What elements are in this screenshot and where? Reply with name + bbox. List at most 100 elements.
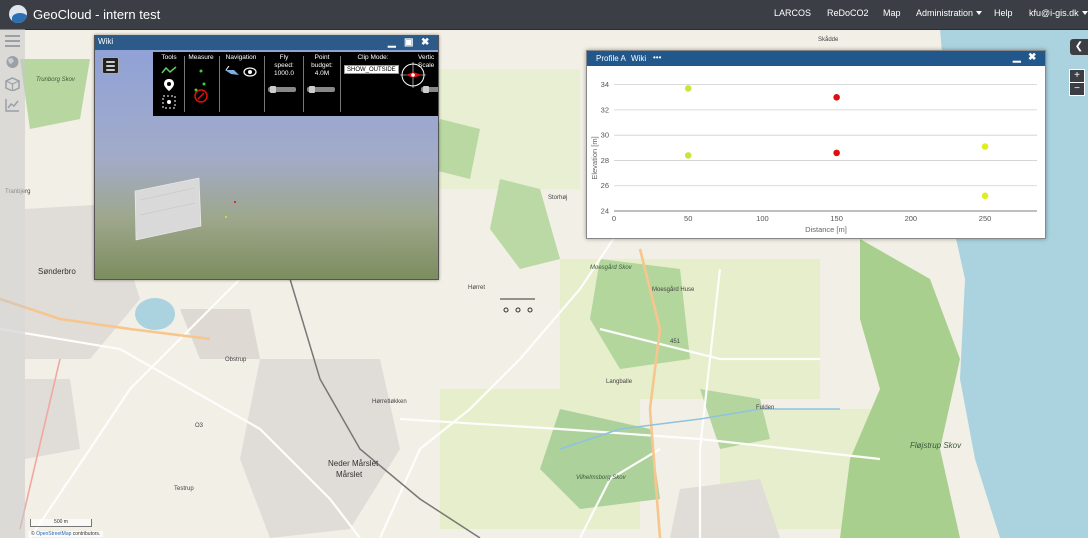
data-point[interactable] — [684, 85, 692, 92]
map-label-vilhelmsborg: Vilhelmsborg Skov — [576, 475, 626, 481]
map-label-moesgaard-skov: Moesgård Skov — [590, 265, 632, 271]
navigation-section: Navigation — [221, 54, 261, 81]
close-icon[interactable]: ✖ — [1028, 51, 1036, 65]
fly-speed-label: Fly speed: — [274, 54, 294, 69]
x-axis-label: Distance [m] — [805, 225, 847, 234]
geocloud-logo-icon — [9, 5, 27, 23]
wiki-window[interactable]: Wiki ▁ ▣ ✖ Tools Measure Navigation Fly … — [94, 35, 439, 280]
measure-label: Measure — [188, 54, 214, 61]
nav-larcos[interactable]: LARCOS — [774, 8, 811, 18]
point-budget-slider[interactable] — [307, 86, 335, 93]
nav-administration-label: Administration — [916, 8, 974, 18]
user-email: kfu@i-gis.dk — [1029, 8, 1079, 18]
clip-mode-label: Clip Mode: — [357, 54, 389, 61]
clip-mode-section: Clip Mode: — [348, 54, 398, 62]
y-axis-label: Elevation [m] — [590, 136, 599, 179]
measure-section: Measure — [186, 54, 216, 107]
nav-redoco2[interactable]: ReDoCO2 — [827, 8, 869, 18]
x-tick-label: 0 — [612, 214, 616, 223]
x-tick-label: 150 — [830, 214, 843, 223]
map-label-langballe: Langballe — [606, 379, 633, 385]
y-tick-label: 26 — [601, 181, 609, 190]
map-label-neder-marslet: Neder Mårslet — [328, 459, 379, 468]
map-label-obstrup: Obstrup — [225, 357, 247, 363]
nav-administration[interactable]: Administration — [916, 8, 983, 18]
cube-icon[interactable] — [5, 77, 20, 91]
attribution-suffix: contributors. — [72, 531, 101, 537]
map-label-trunborg: Trunborg Skov — [36, 77, 75, 83]
map-label-testrup: Testrup — [174, 486, 194, 492]
x-tick-label: 200 — [905, 214, 918, 223]
data-point[interactable] — [833, 93, 840, 101]
profile-tab-label[interactable]: Profile A — [596, 54, 626, 63]
potree-menu-button[interactable] — [102, 57, 119, 74]
zoom-out-button[interactable]: − — [1069, 82, 1085, 96]
map-label-moesgaard-huse: Moesgård Huse — [652, 287, 695, 293]
wiki-window-header[interactable]: Wiki ▁ ▣ ✖ — [95, 36, 438, 50]
fly-speed-section: Fly speed: 1000.0 — [265, 54, 303, 78]
map-marker-icon[interactable] — [163, 78, 175, 92]
fly-speed-slider[interactable] — [268, 86, 296, 93]
close-icon[interactable]: ✖ — [421, 36, 429, 50]
left-sidebar — [0, 29, 25, 538]
map-label-road-451: 451 — [670, 339, 681, 345]
map-label-flojstrup: Fløjstrup Skov — [910, 441, 962, 450]
map-label-road-o3: O3 — [195, 423, 204, 429]
vertical-label: Vertic — [418, 54, 435, 61]
top-navbar: GeoCloud - intern test LARCOS ReDoCO2 Ma… — [0, 0, 1088, 30]
profile-wiki-link[interactable]: Wiki — [631, 54, 646, 63]
collapse-panel-button[interactable]: ❮ — [1070, 39, 1088, 55]
chart-line-icon[interactable] — [5, 98, 20, 112]
nav-map[interactable]: Map — [883, 8, 901, 18]
nav-user-menu[interactable]: kfu@i-gis.dk — [1029, 8, 1088, 18]
minimize-icon[interactable]: ▁ — [388, 36, 396, 50]
fly-mode-icon[interactable] — [224, 65, 240, 78]
y-tick-label: 28 — [601, 156, 609, 165]
data-point[interactable] — [981, 192, 989, 200]
minimize-icon[interactable]: ▁ — [1013, 51, 1021, 65]
attribution-prefix: © — [31, 531, 35, 537]
point-budget-label: Point budget: — [311, 54, 333, 69]
point-cloud-icon[interactable] — [162, 95, 176, 109]
x-tick-label: 100 — [756, 214, 769, 223]
nav-help[interactable]: Help — [994, 8, 1013, 18]
chevron-down-icon — [976, 11, 983, 15]
map-label-sonderbro: Sønderbro — [38, 267, 76, 276]
y-tick-label: 32 — [601, 105, 609, 114]
data-point[interactable] — [833, 149, 840, 157]
clip-mode-select[interactable]: SHOW_OUTSIDE — [344, 65, 399, 74]
chart-points — [684, 85, 989, 200]
data-point[interactable] — [981, 143, 989, 150]
chart-grid — [614, 84, 1037, 212]
more-options-icon[interactable]: ••• — [653, 53, 661, 62]
vertical-scale-slider[interactable] — [421, 86, 438, 93]
profile-chart[interactable]: 24 26 28 30 32 34 0 50 100 150 200 250 Distance [m]… — [587, 66, 1043, 236]
map-label-marslet: Mårslet — [336, 470, 363, 479]
zoom-in-button[interactable]: + — [1069, 69, 1085, 83]
point-budget-value: 4.0M — [314, 70, 330, 77]
navigation-label: Navigation — [225, 54, 257, 61]
osm-link[interactable]: OpenStreetMap — [36, 531, 71, 537]
orbit-mode-icon[interactable] — [242, 66, 258, 78]
map-label-horret: Hørret — [468, 285, 485, 291]
x-tick-label: 50 — [684, 214, 692, 223]
profile-window-header[interactable]: Profile A Wiki ••• ▁ ✖ — [587, 51, 1045, 66]
map-label-storhoj: Storhøj — [548, 195, 568, 201]
map-attribution: © OpenStreetMap contributors. — [28, 531, 104, 537]
profile-tool-icon[interactable] — [161, 65, 177, 75]
vertical-section: Vertic Scale — [418, 54, 438, 70]
brand[interactable]: GeoCloud - intern test — [9, 5, 160, 23]
layers-icon[interactable] — [5, 34, 20, 48]
x-tick-label: 250 — [979, 214, 992, 223]
chevron-down-icon — [1081, 11, 1088, 15]
y-tick-label: 30 — [601, 131, 609, 140]
maximize-icon[interactable]: ▣ — [404, 36, 413, 50]
scale-label: Scale — [418, 62, 435, 69]
profile-window[interactable]: Profile A Wiki ••• ▁ ✖ 24 26 28 30 32 34 0 50 10… — [586, 50, 1046, 239]
globe-icon[interactable] — [5, 55, 20, 69]
map-label-horretloekken: Hørretløkken — [372, 399, 407, 405]
data-point[interactable] — [684, 152, 692, 159]
y-tick-label: 24 — [601, 207, 609, 216]
measure-tools-icon[interactable] — [189, 62, 213, 104]
map-label-fulden: Fulden — [756, 405, 775, 411]
